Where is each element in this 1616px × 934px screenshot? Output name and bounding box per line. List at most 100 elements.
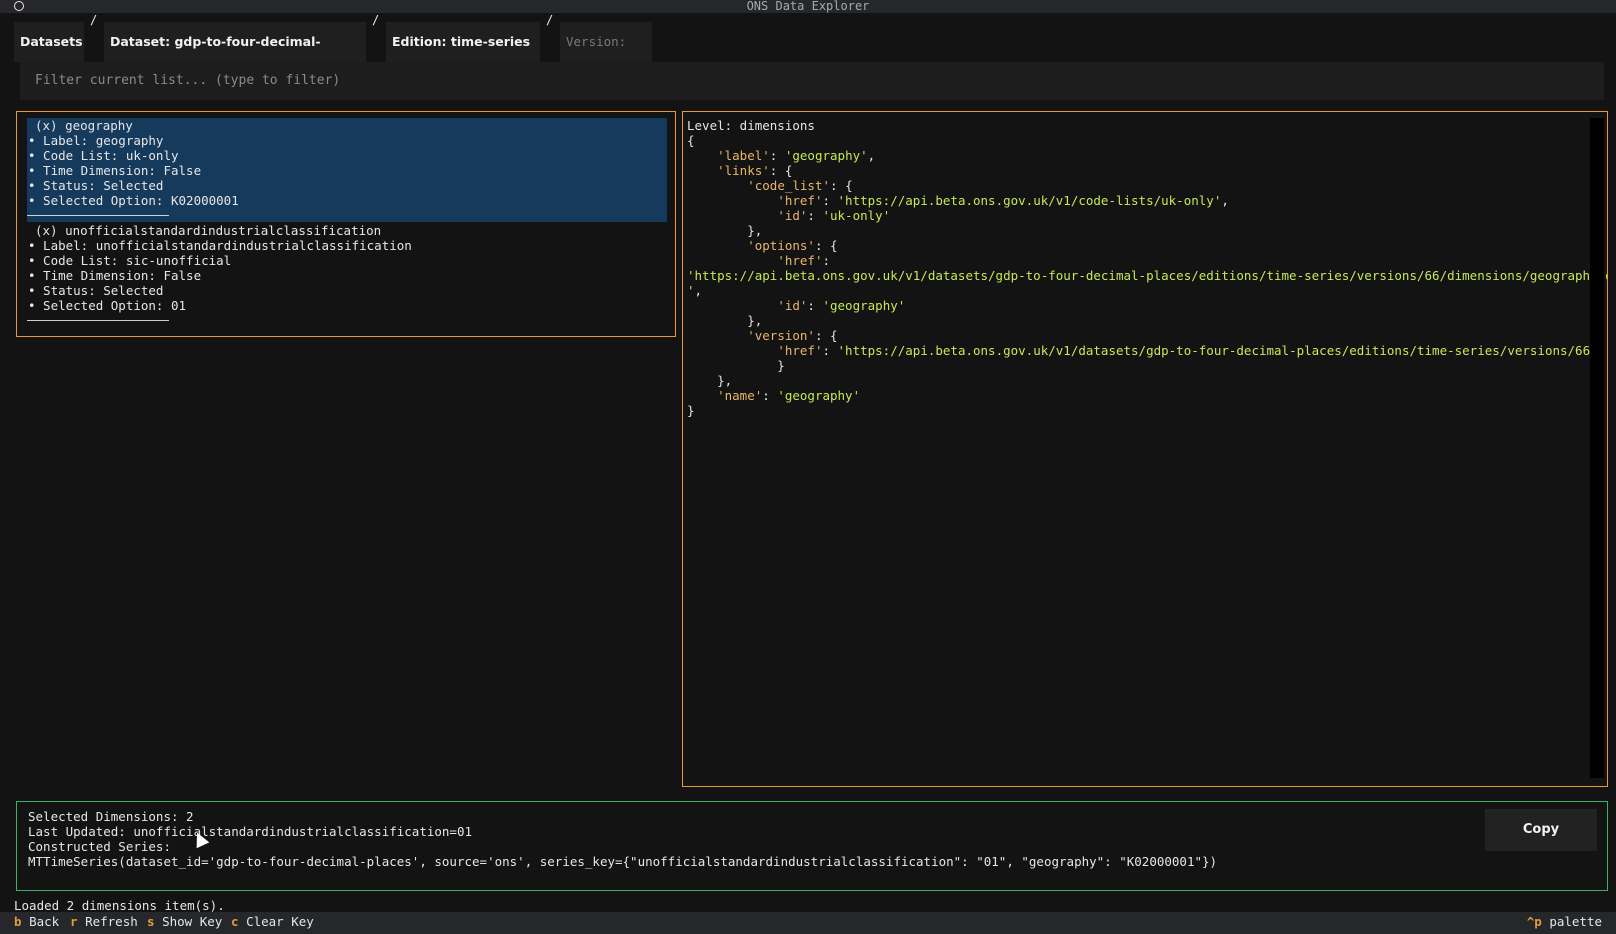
json-punct (687, 388, 717, 403)
key-letter: ^p (1526, 914, 1542, 929)
dimension-title: (x) unofficialstandardindustrialclassifi… (35, 223, 382, 238)
json-line: 'name': 'geography' (687, 388, 1585, 403)
json-line: 'id': 'geography' (687, 298, 1585, 313)
json-key: 'id' (777, 298, 808, 313)
json-key: 'label' (717, 148, 770, 163)
json-punct (687, 298, 777, 313)
breadcrumb-version: Version: 66 (560, 22, 652, 89)
filter-input[interactable]: Filter current list... (type to filter) (20, 62, 1604, 100)
json-punct: }, (687, 223, 763, 238)
json-value: 'geography' (822, 298, 906, 313)
json-punct (687, 253, 777, 268)
json-punct (687, 163, 717, 178)
json-punct (687, 148, 717, 163)
breadcrumb-separator: / (90, 13, 98, 27)
key-label: palette (1549, 914, 1602, 929)
list-item[interactable]: (x) unofficialstandardindustrialclassifi… (27, 223, 667, 327)
json-line: }, (687, 313, 1585, 328)
json-line: }, (687, 223, 1585, 238)
json-punct: , (1221, 193, 1229, 208)
json-key: 'name' (717, 388, 763, 403)
json-line: 'label': 'geography', (687, 148, 1585, 163)
json-punct (687, 193, 777, 208)
breadcrumb-edition[interactable]: Edition: time-series (386, 22, 540, 62)
json-punct (687, 238, 747, 253)
json-key: 'version' (747, 328, 815, 343)
breadcrumb-datasets[interactable]: Datasets (14, 22, 84, 62)
key-clear-key[interactable]: c Clear Key (231, 913, 314, 931)
json-key: 'href' (777, 253, 823, 268)
json-value: 'uk-only' (822, 208, 891, 223)
detail-panel[interactable]: Level: dimensions { 'label': 'geography'… (682, 111, 1608, 787)
selected-dimensions-count: Selected Dimensions: 2 (28, 809, 194, 824)
json-punct: }, (687, 313, 763, 328)
json-value: 'https://api.beta.ons.gov.uk/v1/datasets… (837, 343, 1598, 358)
dimension-code-list: • Code List: uk-only (28, 148, 179, 163)
json-line: 'options': { (687, 238, 1585, 253)
key-show-key[interactable]: s Show Key (147, 913, 222, 931)
breadcrumb-separator: / (546, 13, 554, 27)
json-line: ', (687, 283, 1585, 298)
json-punct: : (822, 343, 838, 358)
json-punct: , (867, 148, 876, 163)
list-item[interactable]: (x) geography • Label: geography • Code … (27, 118, 667, 222)
json-punct: : { (814, 328, 838, 343)
json-line: 'code_list': { (687, 178, 1585, 193)
dimension-selected-option: • Selected Option: 01 (28, 298, 187, 313)
breadcrumb-separator: / (372, 13, 380, 27)
json-punct: : { (814, 238, 838, 253)
json-line: 'id': 'uk-only' (687, 208, 1585, 223)
dimension-label: • Label: geography (28, 133, 164, 148)
json-line: 'https://api.beta.ons.gov.uk/v1/datasets… (687, 268, 1607, 283)
json-punct (687, 178, 747, 193)
breadcrumb: Datasets / Dataset: gdp-to-four-decimal-… (0, 13, 1616, 89)
item-divider (27, 320, 169, 321)
app-circle-icon (14, 1, 24, 11)
item-divider (27, 215, 169, 216)
key-label: Show Key (162, 914, 223, 929)
json-punct (687, 328, 747, 343)
json-key: 'code_list' (747, 178, 831, 193)
dimension-title: (x) geography (35, 118, 133, 133)
json-line: 'version': { (687, 328, 1585, 343)
json-value: ' (687, 283, 695, 298)
key-label: Clear Key (246, 914, 314, 929)
constructed-series: MTTimeSeries(dataset_id='gdp-to-four-dec… (28, 854, 1218, 869)
json-punct: : (822, 253, 830, 268)
json-key: 'href' (777, 193, 823, 208)
detail-scrollbar[interactable] (1590, 118, 1604, 778)
json-value: 'https://api.beta.ons.gov.uk/v1/datasets… (687, 268, 1608, 283)
breadcrumb-dataset[interactable]: Dataset: gdp-to-four-decimal-places (104, 22, 366, 89)
json-punct (687, 343, 777, 358)
key-letter: s (147, 914, 155, 929)
json-punct: : (822, 193, 838, 208)
json-line: 'links': { (687, 163, 1585, 178)
json-punct: }, (687, 373, 733, 388)
key-back[interactable]: b Back (14, 913, 59, 931)
json-line: { (687, 133, 1585, 148)
json-punct: } (687, 358, 785, 373)
json-value: 'geography' (784, 148, 868, 163)
key-letter: b (14, 914, 22, 929)
key-refresh[interactable]: r Refresh (70, 913, 138, 931)
copy-button[interactable]: Copy (1485, 809, 1597, 851)
json-line: 'href': 'https://api.beta.ons.gov.uk/v1/… (687, 193, 1585, 208)
json-viewer: Level: dimensions { 'label': 'geography'… (687, 118, 1607, 418)
title-bar: ONS Data Explorer (0, 0, 1616, 13)
json-punct: : { (830, 178, 853, 193)
json-punct: { (687, 133, 695, 148)
dimension-time: • Time Dimension: False (28, 163, 202, 178)
json-line: 'href': (687, 253, 1585, 268)
key-letter: r (70, 914, 78, 929)
constructed-series-label: Constructed Series: (28, 839, 171, 854)
command-palette[interactable]: ^p palette (1527, 913, 1602, 931)
summary-panel: Selected Dimensions: 2 Last Updated: uno… (16, 801, 1608, 891)
key-label: Refresh (85, 914, 138, 929)
json-value: 'https://api.beta.ons.gov.uk/v1/code-lis… (837, 193, 1222, 208)
json-punct: : { (769, 163, 793, 178)
json-punct: : (769, 148, 785, 163)
key-label: Back (29, 914, 60, 929)
level-label: Level: dimensions (687, 118, 815, 133)
json-punct: : (807, 298, 823, 313)
json-punct: , (694, 283, 703, 298)
